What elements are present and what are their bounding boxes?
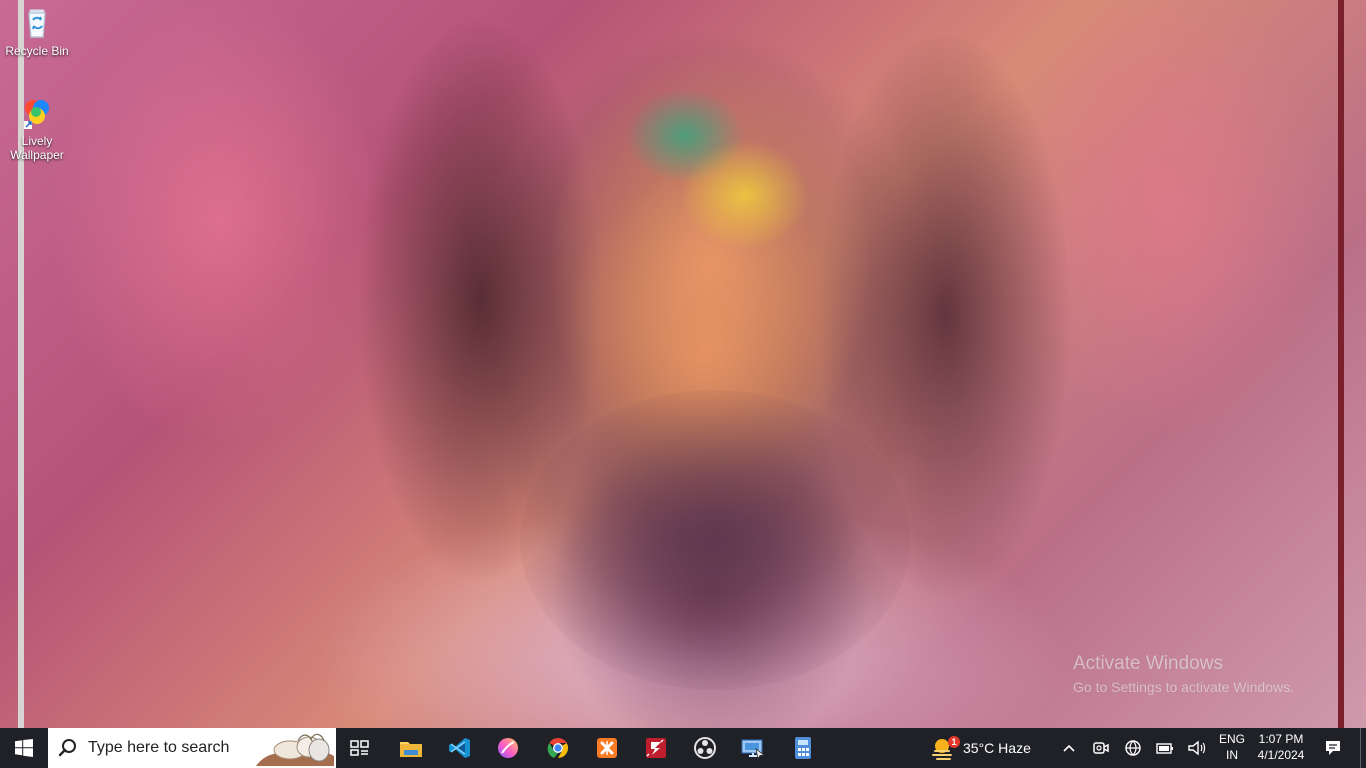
search-icon (56, 737, 78, 759)
xampp-icon (597, 738, 617, 758)
xampp-button[interactable] (583, 728, 631, 768)
activate-windows-subtitle: Go to Settings to activate Windows. (1073, 679, 1294, 695)
desktop-wallpaper: Recycle Bin Lively Wallpaper Activate Wi… (0, 0, 1366, 728)
filezilla-icon (646, 738, 666, 758)
recycle-bin-icon (19, 6, 55, 40)
input-language-indicator[interactable]: ENG IN (1212, 731, 1252, 765)
windows-logo-icon (15, 739, 33, 757)
remote-desktop-icon (741, 739, 766, 760)
file-explorer-icon (400, 742, 422, 757)
clock-date: 4/1/2024 (1257, 748, 1305, 762)
volume-button[interactable] (1182, 728, 1212, 768)
windows-taskbar: Type here to search 1 35°C Haze ENG IN 1… (0, 728, 1366, 768)
paint-icon (498, 738, 518, 758)
lively-wallpaper-icon (19, 96, 55, 130)
volume-icon (1188, 740, 1206, 756)
vscode-icon (449, 738, 470, 758)
desktop-icon-label: Recycle Bin (5, 44, 69, 58)
task-view-button[interactable] (336, 728, 384, 768)
meet-now-icon (1093, 742, 1109, 754)
chrome-icon (547, 737, 569, 759)
vscode-button[interactable] (436, 728, 484, 768)
show-hidden-icons-button[interactable] (1054, 728, 1084, 768)
system-clock[interactable]: 1:07 PM 4/1/2024 (1250, 731, 1312, 765)
wallpaper-photo-frame (18, 0, 1344, 728)
meet-now-button[interactable] (1086, 728, 1116, 768)
region-code: IN (1226, 748, 1238, 762)
activate-windows-watermark: Activate Windows Go to Settings to activ… (1073, 653, 1294, 696)
taskbar-search-box[interactable]: Type here to search (48, 728, 336, 768)
weather-notification-badge: 1 (948, 736, 960, 748)
language-code: ENG (1218, 732, 1245, 746)
battery-icon (1156, 743, 1173, 754)
desktop-icon-recycle-bin[interactable]: Recycle Bin (2, 6, 72, 58)
task-view-icon (350, 740, 369, 756)
start-button[interactable] (0, 728, 48, 768)
paint-button[interactable] (484, 728, 532, 768)
search-highlight-art (256, 730, 334, 766)
chrome-button[interactable] (534, 728, 582, 768)
battery-button[interactable] (1150, 728, 1180, 768)
globe-icon (1125, 740, 1141, 756)
calculator-button[interactable] (779, 728, 827, 768)
notifications-button[interactable] (1318, 728, 1348, 768)
clock-time: 1:07 PM (1258, 732, 1304, 746)
show-desktop-button[interactable] (1360, 728, 1366, 768)
network-button[interactable] (1118, 728, 1148, 768)
filezilla-button[interactable] (632, 728, 680, 768)
remote-desktop-button[interactable] (729, 728, 777, 768)
notification-icon (1326, 741, 1340, 755)
search-placeholder: Type here to search (88, 739, 230, 756)
weather-widget[interactable]: 1 35°C Haze (930, 728, 1042, 768)
weather-text: 35°C Haze (963, 740, 1031, 756)
desktop-icon-label: Lively Wallpaper (10, 134, 64, 162)
chevron-up-icon (1063, 744, 1075, 752)
obs-icon (694, 737, 716, 759)
activate-windows-title: Activate Windows (1073, 653, 1223, 674)
desktop-icon-lively-wallpaper[interactable]: Lively Wallpaper (2, 96, 72, 162)
calculator-icon (795, 737, 811, 759)
file-explorer-button[interactable] (387, 728, 435, 768)
obs-button[interactable] (681, 728, 729, 768)
